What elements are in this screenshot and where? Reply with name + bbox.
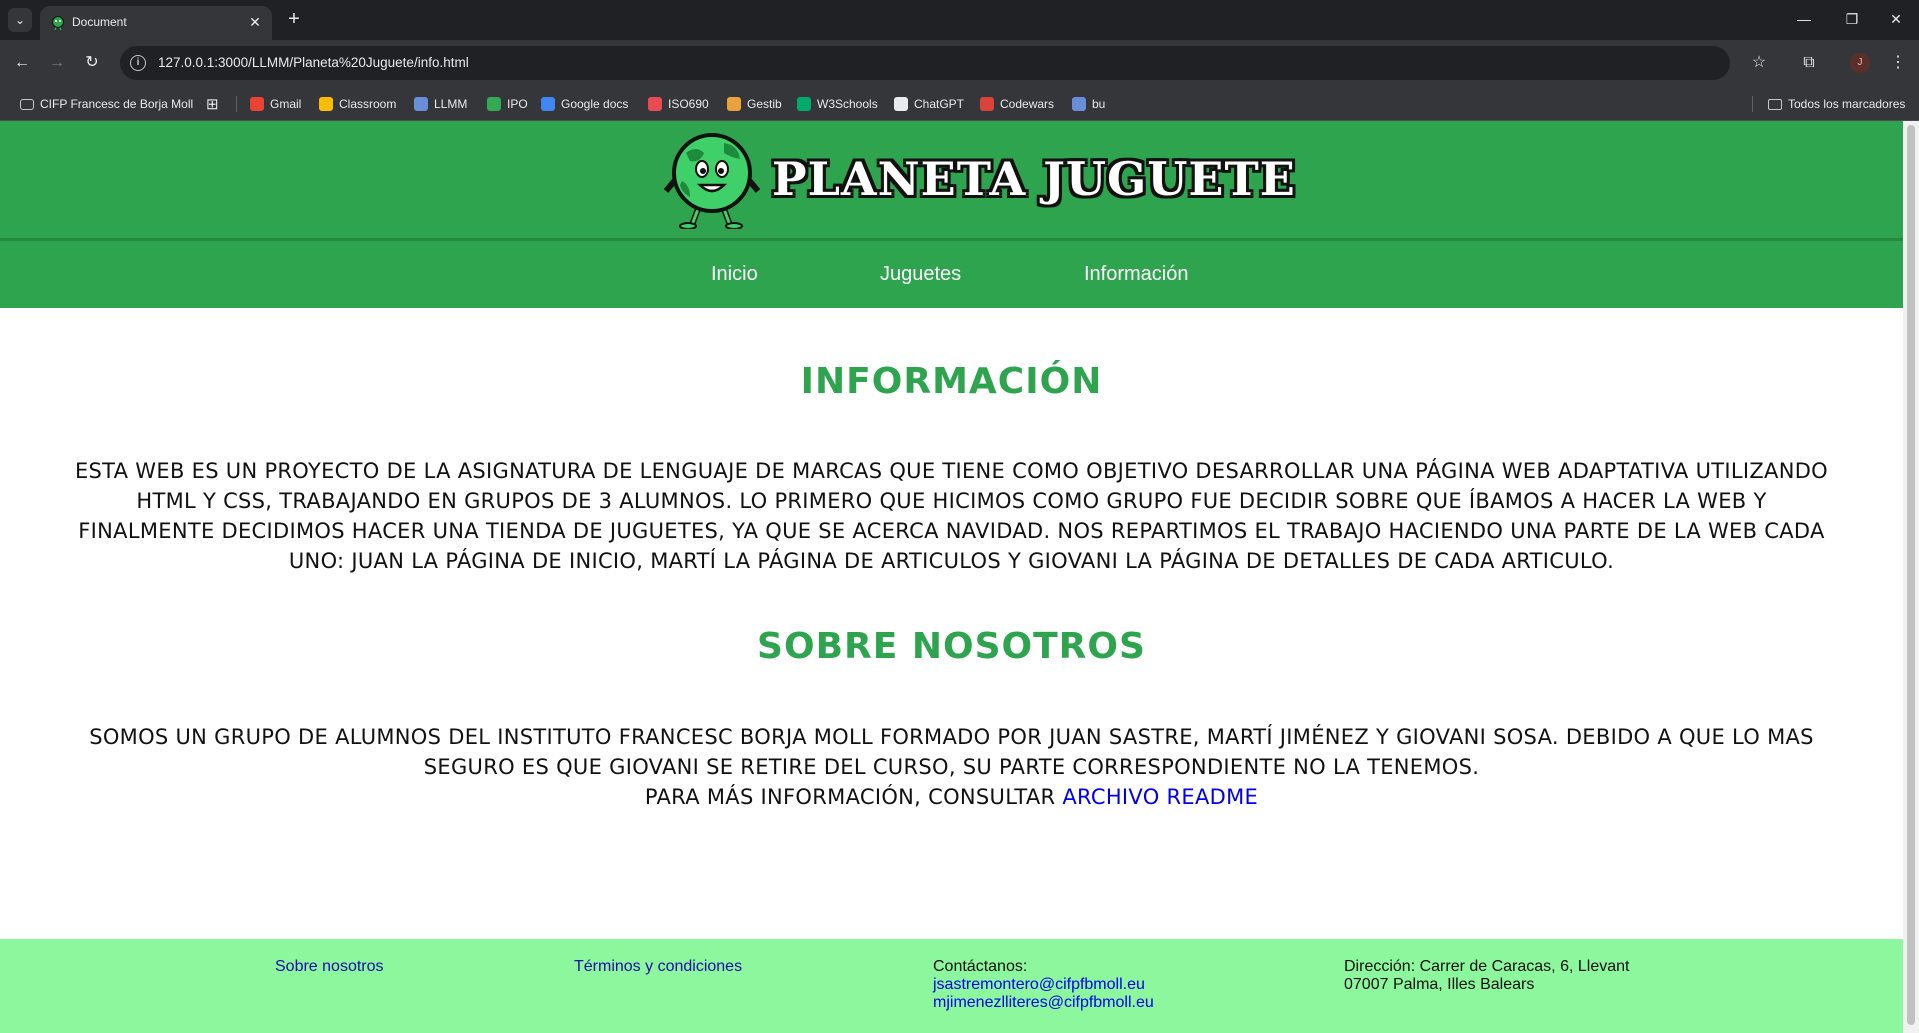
bookmark-label: Gmail bbox=[270, 97, 302, 111]
footer-about-link[interactable]: Sobre nosotros bbox=[275, 958, 384, 976]
tab-search-dropdown-icon[interactable]: ⌄ bbox=[8, 8, 32, 32]
nav-juguetes[interactable]: Juguetes bbox=[880, 263, 961, 286]
bookmarks-bar: Todos los marcadores CIFP Francesc de Bo… bbox=[0, 86, 1919, 121]
close-window-icon[interactable]: ✕ bbox=[1876, 6, 1916, 32]
folder-icon bbox=[20, 98, 34, 110]
bookmark-label: IPO bbox=[507, 97, 528, 111]
page-viewport: PLANETA JUGUETE Inicio Juguetes Informac… bbox=[0, 121, 1903, 1033]
bookmarks-separator bbox=[236, 96, 237, 112]
bookmark-label: LLMM bbox=[434, 97, 468, 111]
nav-informacion[interactable]: Información bbox=[1084, 263, 1189, 286]
forward-arrow-icon[interactable]: → bbox=[45, 51, 69, 75]
bookmark-gestib[interactable]: Gestib bbox=[727, 95, 782, 113]
about-block: Somos un grupo de alumnos del Instituto … bbox=[70, 722, 1833, 812]
site-info-icon[interactable]: i bbox=[130, 55, 146, 71]
apps-grid-icon[interactable]: ⊞ bbox=[206, 95, 219, 113]
email-link-jsastre[interactable]: jsastremontero@cifpfbmoll.eu bbox=[933, 976, 1154, 994]
tab-title: Document bbox=[72, 15, 127, 29]
footer-terms-link[interactable]: Términos y condiciones bbox=[574, 958, 742, 976]
bookmark-gmail[interactable]: Gmail bbox=[250, 95, 301, 113]
close-tab-icon[interactable]: ✕ bbox=[246, 13, 264, 31]
brand-title: PLANETA JUGUETE bbox=[772, 152, 1296, 206]
more-info-text: Para más información, consultar bbox=[644, 785, 1056, 809]
gmail-icon bbox=[250, 97, 264, 111]
bookmark-iso690[interactable]: ISO690 bbox=[648, 95, 709, 113]
site-header: PLANETA JUGUETE bbox=[0, 121, 1903, 241]
info-title: INFORMACIÓN bbox=[800, 361, 1103, 402]
extensions-icon[interactable]: ⧉ bbox=[1797, 51, 1821, 75]
about-title: SOBRE NOSOTROS bbox=[757, 626, 1146, 667]
new-tab-icon[interactable]: + bbox=[282, 8, 306, 32]
restore-icon[interactable]: ❐ bbox=[1832, 6, 1872, 32]
address-line-2: 07007 Palma, Illes Balears bbox=[1344, 976, 1535, 993]
scrollbar-thumb[interactable] bbox=[1907, 125, 1915, 1025]
bookmark-w3schools[interactable]: W3Schools bbox=[797, 95, 878, 113]
ipo-icon bbox=[487, 97, 501, 111]
bookmark-ipo[interactable]: IPO bbox=[487, 95, 528, 113]
readme-link[interactable]: archivo README bbox=[1062, 785, 1258, 809]
codewars-icon bbox=[980, 97, 994, 111]
bookmarks-separator bbox=[1752, 96, 1753, 112]
profile-avatar[interactable]: J bbox=[1850, 53, 1870, 73]
tab-strip: ⌄ Document ✕ + — ❐ ✕ bbox=[0, 0, 1919, 40]
classroom-icon bbox=[319, 97, 333, 111]
main-nav: Inicio Juguetes Información bbox=[0, 241, 1903, 308]
info-paragraph: Esta web es un proyecto de la asignatura… bbox=[74, 459, 1829, 573]
bookmark-cifp-francesc-de-borja-moll[interactable]: CIFP Francesc de Borja Moll bbox=[20, 95, 193, 113]
planet-favicon-icon bbox=[52, 16, 64, 31]
moodle-icon bbox=[414, 97, 428, 111]
bookmark-label: CIFP Francesc de Borja Moll bbox=[40, 97, 194, 111]
bookmark-star-icon[interactable]: ☆ bbox=[1747, 51, 1771, 75]
bookmark-label: ISO690 bbox=[668, 97, 709, 111]
footer-address: Dirección: Carrer de Caracas, 6, Llevant… bbox=[1344, 958, 1629, 994]
bookmark-label: ChatGPT bbox=[914, 97, 965, 111]
browser-toolbar: ← → ↻ i 127.0.0.1:3000/LLMM/Planeta%20Ju… bbox=[0, 40, 1919, 86]
email-link-mjimenez[interactable]: mjimenezlliteres@cifpfbmoll.eu bbox=[933, 994, 1154, 1012]
moodle-icon bbox=[1072, 97, 1086, 111]
bookmark-label: W3Schools bbox=[817, 97, 878, 111]
w3schools-icon bbox=[797, 97, 811, 111]
site-footer: Sobre nosotros Términos y condiciones Co… bbox=[0, 939, 1903, 1033]
all-bookmarks-label: Todos los marcadores bbox=[1788, 97, 1906, 111]
minimize-icon[interactable]: — bbox=[1784, 6, 1824, 32]
contact-label: Contáctanos: bbox=[933, 958, 1028, 975]
url-text: 127.0.0.1:3000/LLMM/Planeta%20Juguete/in… bbox=[158, 55, 469, 70]
bookmark-label: Codewars bbox=[1000, 97, 1055, 111]
bookmark-codewars[interactable]: Codewars bbox=[980, 95, 1054, 113]
address-bar[interactable]: i 127.0.0.1:3000/LLMM/Planeta%20Juguete/… bbox=[120, 46, 1730, 80]
brand-logo[interactable]: PLANETA JUGUETE bbox=[664, 129, 1296, 229]
nav-inicio[interactable]: Inicio bbox=[711, 263, 758, 286]
bookmark-classroom[interactable]: Classroom bbox=[319, 95, 396, 113]
bookmark-bu[interactable]: bu bbox=[1072, 95, 1105, 113]
iso690-icon bbox=[648, 97, 662, 111]
folder-icon bbox=[1768, 98, 1782, 110]
planet-mascot-icon bbox=[664, 133, 760, 229]
bookmark-google-docs[interactable]: Google docs bbox=[541, 95, 628, 113]
vertical-scrollbar[interactable] bbox=[1903, 121, 1919, 1033]
gestib-icon bbox=[727, 97, 741, 111]
bookmark-llmm[interactable]: LLMM bbox=[414, 95, 467, 113]
address-line-1: Dirección: Carrer de Caracas, 6, Llevant bbox=[1344, 958, 1630, 975]
bookmark-label: bu bbox=[1092, 97, 1106, 111]
bookmark-label: Gestib bbox=[747, 97, 782, 111]
browser-chrome: ⌄ Document ✕ + — ❐ ✕ ← → ↻ i 127.0.0.1:3… bbox=[0, 0, 1919, 121]
back-arrow-icon[interactable]: ← bbox=[10, 51, 34, 75]
bookmark-label: Classroom bbox=[339, 97, 397, 111]
reload-icon[interactable]: ↻ bbox=[80, 51, 104, 75]
tab-document[interactable]: Document ✕ bbox=[40, 6, 272, 40]
docs-icon bbox=[541, 97, 555, 111]
bookmark-label: Google docs bbox=[561, 97, 629, 111]
about-paragraph: Somos un grupo de alumnos del Instituto … bbox=[89, 725, 1814, 779]
more-info-line: Para más información, consultar archivo … bbox=[70, 782, 1833, 812]
chatgpt-icon bbox=[894, 97, 908, 111]
all-bookmarks-folder[interactable]: Todos los marcadores bbox=[1768, 95, 1905, 113]
footer-contact: Contáctanos: jsastremontero@cifpfbmoll.e… bbox=[933, 958, 1154, 1012]
bookmark-chatgpt[interactable]: ChatGPT bbox=[894, 95, 964, 113]
menu-kebab-icon[interactable]: ⋮ bbox=[1886, 51, 1910, 75]
